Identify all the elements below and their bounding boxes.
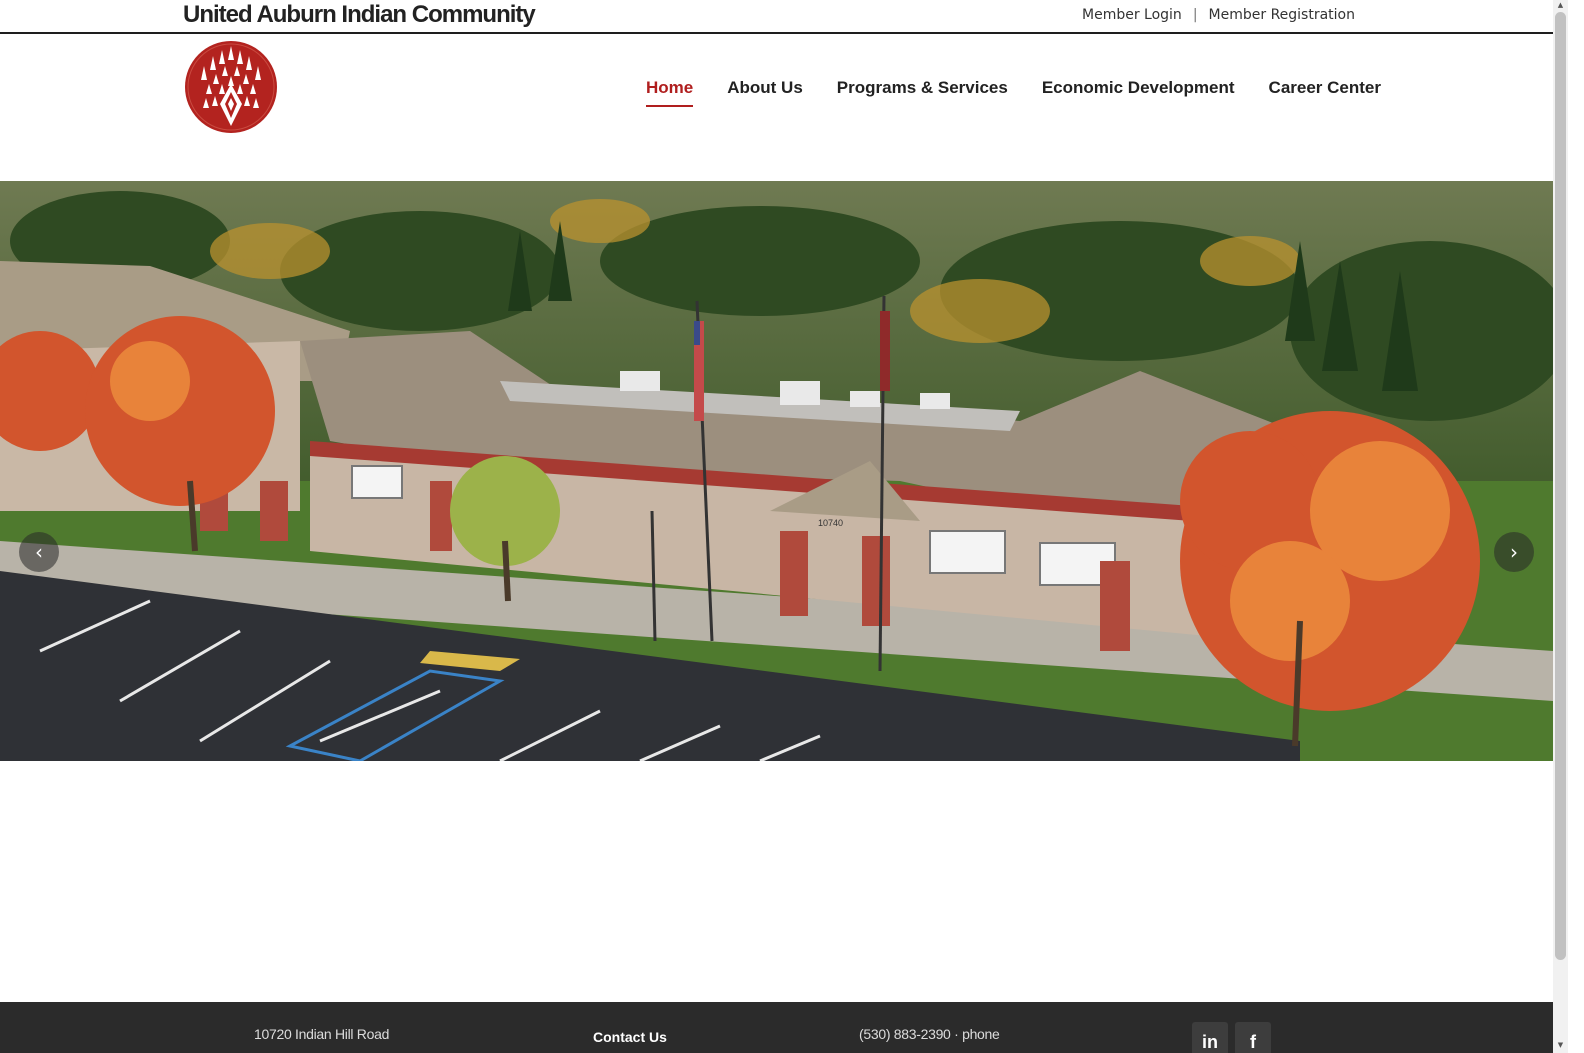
linkedin-icon[interactable]: in [1192,1022,1228,1053]
building-number: 10740 [818,518,843,528]
nav-about-us[interactable]: About Us [727,78,803,106]
footer-contact-heading: Contact Us [593,1029,667,1045]
scroll-up-arrow-icon[interactable]: ▲ [1556,1,1565,9]
top-bar: United Auburn Indian Community Member Lo… [0,0,1553,34]
nav-programs-services[interactable]: Programs & Services [837,78,1008,106]
main-nav: Home About Us Programs & Services Econom… [646,78,1381,107]
nav-career-center[interactable]: Career Center [1269,78,1381,106]
separator: | [1192,7,1198,23]
member-login-link[interactable]: Member Login [1082,7,1182,23]
footer: 10720 Indian Hill Road Contact Us (530) … [0,1002,1553,1053]
member-links: Member Login | Member Registration [1082,7,1355,23]
footer-phone[interactable]: (530) 883-2390 · phone [859,1026,1000,1042]
hero-slider: 10740 [0,181,1553,761]
site-title[interactable]: United Auburn Indian Community [183,1,536,29]
member-registration-link[interactable]: Member Registration [1209,7,1355,23]
slider-next-button[interactable]: › [1494,532,1534,572]
nav-home[interactable]: Home [646,78,694,107]
footer-address: 10720 Indian Hill Road [254,1026,390,1042]
logo-emblem-icon [185,41,277,133]
scroll-down-arrow-icon[interactable]: ▼ [1556,1041,1565,1049]
slider-prev-button[interactable]: ‹ [19,532,59,572]
hero-image: 10740 [0,181,1553,761]
community-logo[interactable] [184,40,278,134]
nav-economic-development[interactable]: Economic Development [1042,78,1235,106]
scrollbar-thumb[interactable] [1555,12,1566,960]
facebook-icon[interactable]: f [1235,1022,1271,1053]
